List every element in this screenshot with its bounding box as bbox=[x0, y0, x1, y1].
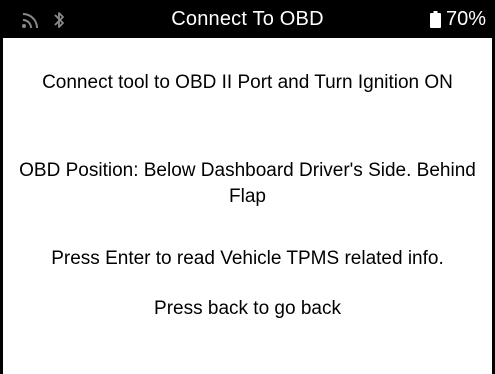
obd-position-instruction: OBD Position: Below Dashboard Driver's S… bbox=[19, 160, 476, 207]
status-bar: Connect To OBD 70% bbox=[3, 0, 492, 38]
battery-icon bbox=[429, 10, 441, 28]
page-title: Connect To OBD bbox=[171, 8, 324, 30]
back-instruction: Press back to go back bbox=[154, 298, 341, 319]
battery-level: 70% bbox=[445, 8, 486, 30]
connect-instruction: Connect tool to OBD II Port and Turn Ign… bbox=[42, 72, 453, 93]
enter-instruction: Press Enter to read Vehicle TPMS related… bbox=[51, 248, 444, 269]
battery-status: 70% bbox=[429, 6, 486, 32]
obd-connect-screen: Connect To OBD 70% Connect tool to OBD I… bbox=[0, 0, 495, 374]
